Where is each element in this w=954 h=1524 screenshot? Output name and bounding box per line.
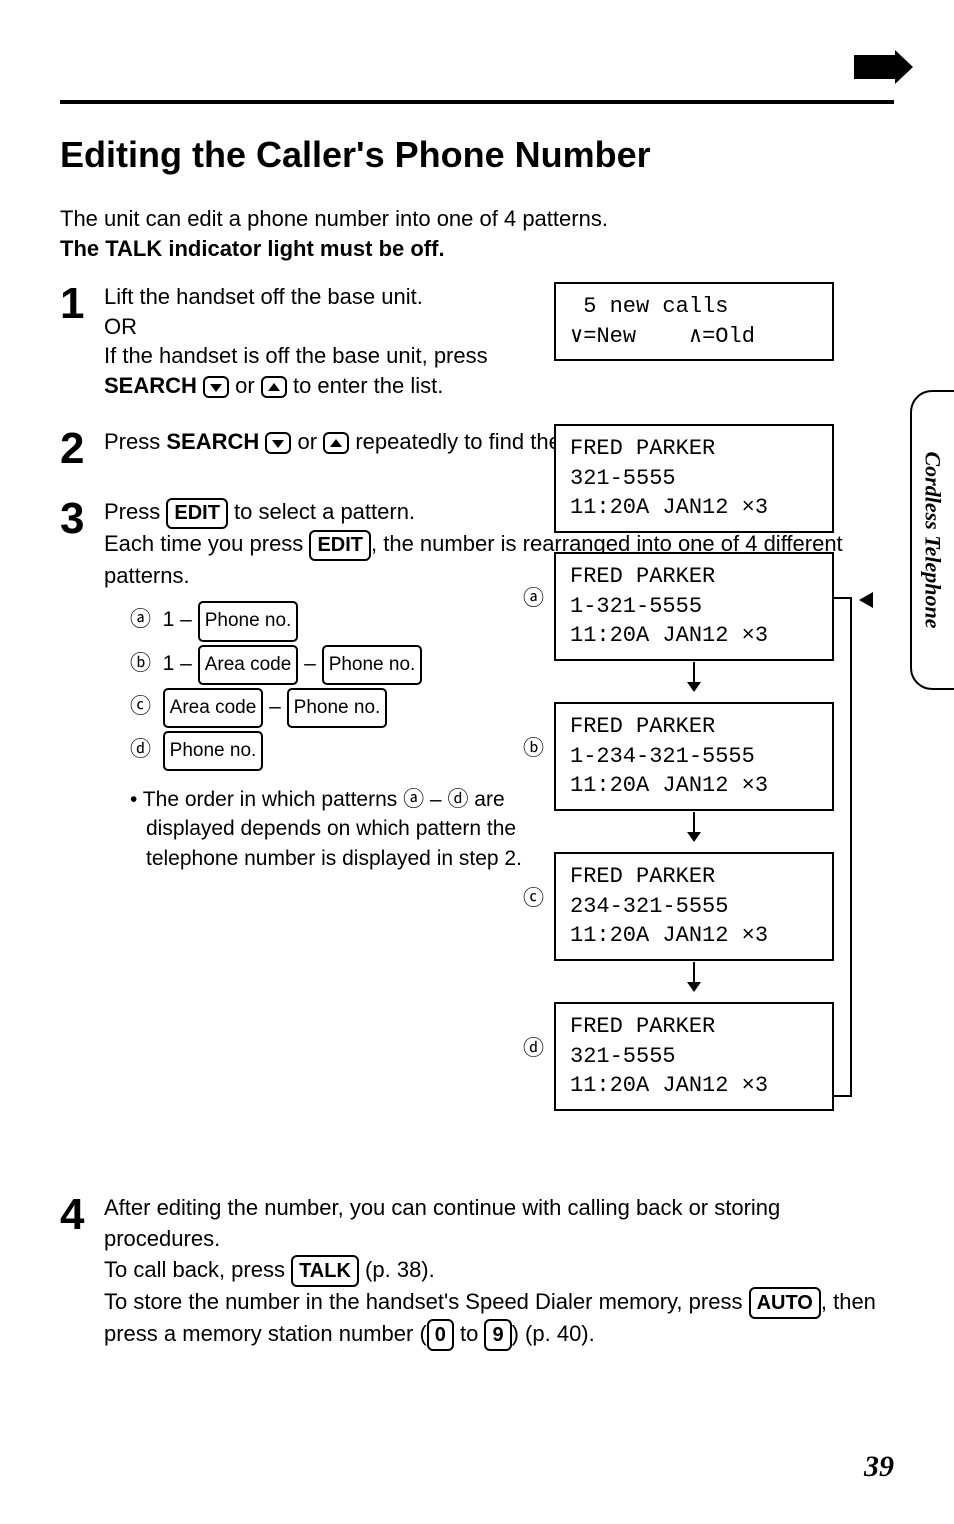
lcd-display-caller: FRED PARKER 321-5555 11:20A JAN12 ×3 <box>554 424 834 533</box>
step-number: 2 <box>60 427 104 471</box>
page-number: 39 <box>864 1450 894 1484</box>
step-number: 4 <box>60 1193 104 1237</box>
step-text: To store the number in the handset's Spe… <box>104 1289 749 1314</box>
lcd-display-pattern-c: FRED PARKER 234-321-5555 11:20A JAN12 ×3 <box>554 852 834 961</box>
steps-container: 1 Lift the handset off the base unit. OR… <box>60 282 894 1351</box>
down-arrow-icon <box>684 962 704 999</box>
loop-line <box>834 597 852 1097</box>
side-tab-label: Cordless Telephone <box>920 451 946 628</box>
pattern-label: ⓒ <box>130 695 151 718</box>
pattern-text: 1 – <box>163 608 198 631</box>
down-arrow-icon <box>684 812 704 849</box>
step-text: to <box>454 1321 485 1346</box>
lcd-label-c: ⓒ <box>523 882 544 912</box>
step-text: If the handset is off the base unit, pre… <box>104 343 488 368</box>
step-text: ) (p. 40). <box>512 1321 595 1346</box>
pattern-label: ⓓ <box>130 738 151 761</box>
lcd-label-d: ⓓ <box>523 1032 544 1062</box>
pattern-text: – <box>304 652 322 675</box>
intro-text: The unit can edit a phone number into on… <box>60 206 894 232</box>
step-text: to enter the list. <box>293 373 443 398</box>
step-text: or <box>298 429 324 454</box>
phone-no-box: Phone no. <box>198 601 299 641</box>
digit-key-9: 9 <box>484 1319 511 1351</box>
lcd-label-a: ⓐ <box>523 582 544 612</box>
phone-no-box: Phone no. <box>322 645 423 685</box>
step-text: Lift the handset off the base unit. <box>104 284 423 309</box>
side-tab: Cordless Telephone <box>910 390 954 690</box>
horizontal-rule <box>60 100 894 104</box>
phone-no-box: Phone no. <box>163 731 264 771</box>
lcd-display-initial: 5 new calls ∨=New ∧=Old <box>554 282 834 361</box>
pattern-text: – <box>269 695 287 718</box>
lcd-display-pattern-d: FRED PARKER 321-5555 11:20A JAN12 ×3 <box>554 1002 834 1111</box>
step-text: to select a pattern. <box>234 499 415 524</box>
step-text: To call back, press <box>104 1257 291 1282</box>
phone-no-box: Phone no. <box>287 688 388 728</box>
down-arrow-icon <box>684 662 704 699</box>
digit-key-0: 0 <box>427 1319 454 1351</box>
step-text: After editing the number, you can contin… <box>104 1195 780 1251</box>
intro-warning: The TALK indicator light must be off. <box>60 236 894 262</box>
step-text: or <box>235 373 261 398</box>
talk-key: TALK <box>291 1255 359 1287</box>
lcd-label-b: ⓑ <box>523 732 544 762</box>
pattern-label: ⓐ <box>130 608 151 631</box>
edit-key: EDIT <box>166 498 228 529</box>
step-text: (p. 38). <box>365 1257 435 1282</box>
step-number: 1 <box>60 282 104 326</box>
lcd-display-pattern-a: FRED PARKER 1-321-5555 11:20A JAN12 ×3 <box>554 552 834 661</box>
lcd-display-pattern-b: FRED PARKER 1-234-321-5555 11:20A JAN12 … <box>554 702 834 811</box>
area-code-box: Area code <box>198 645 299 685</box>
pattern-label: ⓑ <box>130 652 151 675</box>
step-text: Each time you press <box>104 531 309 556</box>
up-arrow-icon <box>323 432 349 454</box>
key-label: SEARCH <box>166 429 259 454</box>
section-title: Editing the Caller's Phone Number <box>60 134 894 176</box>
area-code-box: Area code <box>163 688 264 728</box>
key-label: SEARCH <box>104 373 197 398</box>
pattern-order-note: • The order in which patterns ⓐ – ⓓ are … <box>130 785 530 873</box>
step-text: OR <box>104 314 137 339</box>
next-page-arrow-icon <box>854 55 899 79</box>
step-number: 3 <box>60 497 104 541</box>
step-text: Press <box>104 499 166 524</box>
pattern-text: 1 – <box>163 652 198 675</box>
step-4: 4 After editing the number, you can cont… <box>60 1193 894 1351</box>
down-arrow-icon <box>265 432 291 454</box>
edit-key: EDIT <box>309 530 371 561</box>
auto-key: AUTO <box>749 1287 821 1319</box>
down-arrow-icon <box>203 376 229 398</box>
up-arrow-icon <box>261 376 287 398</box>
step-text: Press <box>104 429 166 454</box>
